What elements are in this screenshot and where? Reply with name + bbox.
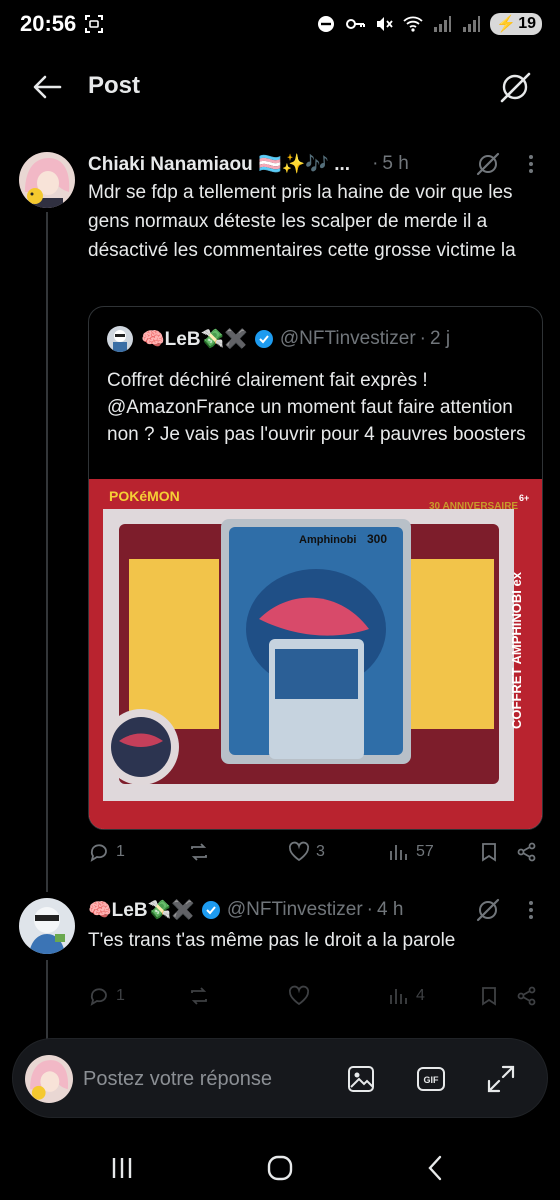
views-button[interactable]: 4: [388, 982, 425, 1010]
post-actions: 1 4: [88, 982, 548, 1010]
like-count: 3: [316, 843, 325, 860]
age-rating: 6+: [519, 493, 529, 503]
reply-icon: [90, 844, 107, 862]
repost-icon: [191, 987, 207, 1005]
views-chart-icon: [390, 989, 407, 1004]
avatar[interactable]: [19, 152, 75, 208]
svg-text:GIF: GIF: [424, 1075, 440, 1085]
quoted-author-name: 🧠LeB💸✖️: [141, 329, 248, 350]
separator-dot: ·: [366, 899, 373, 920]
avatar-image: [19, 898, 75, 954]
quoted-post-card[interactable]: 🧠LeB💸✖️ @NFTinvestizer · 2 j Coffret déc…: [88, 306, 543, 830]
product-title: COFFRET AMPHINOBI ex: [509, 571, 524, 729]
share-button[interactable]: [516, 982, 538, 1010]
post-text: T'es trans t'as même pas le droit a la p…: [88, 930, 456, 951]
bookmark-icon: [482, 843, 496, 862]
quoted-time: 2 j: [429, 328, 451, 349]
signal-2-icon: [463, 16, 481, 32]
do-not-disturb-icon: [318, 16, 335, 32]
avatar: [107, 326, 133, 352]
reply-icon: [90, 988, 107, 1006]
pokemon-box-photo[interactable]: POKéMON Amphinobi 300 30 ANNIVERSAIRE 6+…: [89, 479, 543, 830]
verified-badge-icon: [201, 901, 220, 919]
gif-icon[interactable]: GIF: [415, 1063, 447, 1095]
system-navigation-bar: [0, 1136, 560, 1200]
anniversary-label: 30 ANNIVERSAIRE: [429, 501, 518, 512]
expand-icon[interactable]: [485, 1063, 517, 1095]
like-button[interactable]: [288, 982, 310, 1010]
separator-dot: ·: [419, 328, 426, 349]
status-time: 20:56: [20, 11, 77, 36]
status-bar: 20:56 ⚡ 19: [0, 0, 560, 48]
avatar-image: [19, 152, 75, 208]
view-count: 57: [416, 843, 434, 860]
vpn-key-icon: [346, 19, 366, 29]
separator-dot: ·: [372, 153, 379, 174]
back-icon[interactable]: [420, 1152, 452, 1184]
mute-icon: [377, 17, 393, 31]
view-count: 4: [416, 987, 425, 1004]
bookmark-icon: [482, 987, 496, 1006]
status-icons: ⚡ 19: [316, 12, 542, 36]
screenshot-icon: [85, 15, 103, 33]
reply-composer: GIF: [12, 1038, 548, 1118]
views-chart-icon: [390, 845, 407, 860]
quoted-handle: @NFTinvestizer: [279, 328, 416, 349]
share-button[interactable]: [516, 838, 538, 866]
page-title: Post: [88, 72, 141, 99]
avatar: [25, 1055, 73, 1103]
views-button[interactable]: 57: [388, 838, 434, 866]
reply-count: 1: [116, 843, 125, 860]
avatar[interactable]: [19, 898, 75, 954]
post-actions: 1 3 57: [88, 838, 548, 866]
signal-icon: [434, 16, 452, 32]
heart-icon: [288, 985, 310, 1006]
recent-apps-icon[interactable]: [106, 1152, 138, 1184]
bookmark-button[interactable]: [478, 838, 500, 866]
image-icon[interactable]: [345, 1063, 377, 1095]
post-time[interactable]: 4 h: [377, 899, 403, 921]
home-icon[interactable]: [264, 1152, 296, 1184]
heart-icon: [288, 841, 310, 862]
author-name[interactable]: Chiaki Nanamiaou 🏳️‍⚧️✨🎶 ...: [88, 152, 350, 176]
reply-input[interactable]: [83, 1063, 323, 1095]
card-hp: 300: [367, 532, 387, 546]
grok-icon[interactable]: [475, 897, 501, 923]
thread-connector-line: [46, 960, 48, 1040]
share-icon: [517, 986, 536, 1006]
card-name: Amphinobi: [299, 534, 356, 546]
reply-button[interactable]: 1: [88, 838, 125, 866]
post-time[interactable]: 5 h: [382, 153, 408, 175]
grok-icon[interactable]: [475, 151, 501, 177]
author-handle[interactable]: @NFTinvestizer: [227, 899, 363, 921]
battery-level: 19: [518, 15, 536, 32]
quoted-post-header: 🧠LeB💸✖️ @NFTinvestizer · 2 j: [107, 325, 450, 353]
repost-button[interactable]: [188, 838, 216, 866]
verified-badge-icon: [254, 330, 273, 348]
brand-logo: POKéMON: [109, 488, 180, 504]
share-icon: [517, 842, 536, 862]
top-app-bar: Post: [0, 60, 560, 114]
reply-count: 1: [116, 987, 125, 1004]
reply-button[interactable]: 1: [88, 982, 125, 1010]
bookmark-button[interactable]: [478, 982, 500, 1010]
post-text: Mdr se fdp a tellement pris la haine de …: [88, 182, 516, 261]
battery-bolt-icon: ⚡: [496, 16, 517, 33]
author-name[interactable]: 🧠LeB💸✖️: [88, 898, 195, 922]
back-arrow-icon[interactable]: [30, 72, 64, 102]
repost-button[interactable]: [188, 982, 210, 1010]
like-button[interactable]: 3: [288, 838, 325, 866]
more-options-icon[interactable]: [520, 899, 542, 921]
repost-icon: [191, 843, 207, 861]
battery-indicator: ⚡ 19: [490, 13, 542, 35]
grok-icon[interactable]: [498, 70, 532, 104]
quoted-post-text: Coffret déchiré clairement fait exprès !…: [107, 370, 526, 445]
wifi-icon: [403, 16, 423, 32]
thread-connector-line: [46, 212, 48, 892]
more-options-icon[interactable]: [520, 153, 542, 175]
